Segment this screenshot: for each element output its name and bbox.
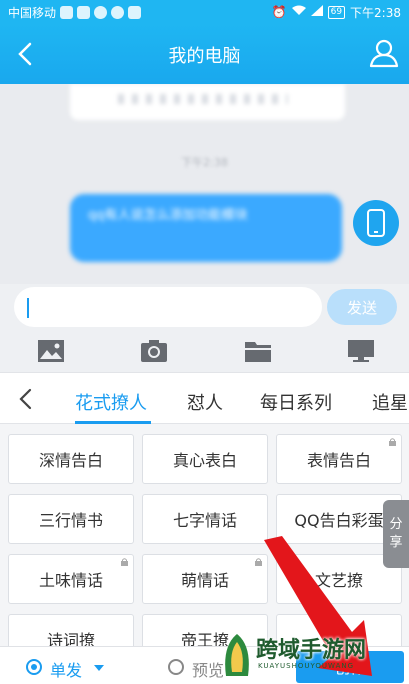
grid-item[interactable]: 土味情话 [8, 554, 134, 604]
phone-icon [367, 209, 385, 237]
folder-icon[interactable] [244, 338, 272, 364]
lock-icon [255, 558, 262, 566]
alarm-icon: ⏰ [271, 5, 287, 19]
grid-item-label: 帝王撩 [180, 631, 229, 646]
template-grid: 深情告白 真心表白 表情告白 三行情书 七字情话 QQ告白彩蛋 土味情话 萌情话… [0, 424, 409, 646]
image-icon[interactable] [37, 338, 65, 364]
text-cursor [27, 298, 29, 318]
grid-item-label: QQ告白彩蛋 [294, 511, 384, 530]
grid-item[interactable]: 比撩 [276, 614, 402, 646]
app-notification-icon [94, 5, 108, 19]
tab-star[interactable]: 追星 [372, 389, 408, 415]
bottom-bar: 单发 预览 创作 [0, 646, 409, 684]
grid-item-label: 三行情书 [38, 511, 103, 530]
app-notification-icon [111, 5, 125, 19]
attachment-toolbar [0, 332, 409, 372]
grid-item-label: 表情告白 [306, 451, 371, 470]
battery-indicator: 69 [327, 5, 346, 19]
app-notification-icon [77, 5, 91, 19]
lock-icon [389, 438, 396, 446]
tab-flirt[interactable]: 花式撩人 [75, 389, 147, 415]
chevron-left-icon[interactable] [16, 387, 36, 411]
category-tabs: 花式撩人 怼人 每日系列 追星 [0, 372, 409, 424]
status-bar: 中国移动 ⏰ 69 下午2:38 [0, 0, 409, 24]
signal-icon [310, 5, 323, 19]
input-row: 发送 [0, 284, 409, 332]
grid-item[interactable]: 真心表白 [142, 434, 268, 484]
profile-button[interactable] [369, 38, 399, 68]
grid-item[interactable]: 诗词撩 [8, 614, 134, 646]
grid-item-label: 真心表白 [172, 451, 237, 470]
grid-item-label: 深情告白 [38, 451, 103, 470]
device-button[interactable] [353, 200, 399, 246]
tab-roast[interactable]: 怼人 [187, 389, 223, 415]
grid-item-label: 萌情话 [180, 571, 229, 590]
app-notification-icon [60, 5, 74, 19]
share-button[interactable]: 分 享 [383, 500, 409, 568]
tab-daily[interactable]: 每日系列 [260, 389, 332, 415]
clock: 下午2:38 [350, 5, 401, 20]
grid-item[interactable]: 深情告白 [8, 434, 134, 484]
message-card [70, 84, 345, 120]
grid-item-label: 七字情话 [172, 511, 237, 530]
message-input[interactable] [14, 287, 322, 327]
lock-icon [121, 558, 128, 566]
grid-item[interactable]: 七字情话 [142, 494, 268, 544]
grid-item[interactable]: 表情告白 [276, 434, 402, 484]
app-notification-icon [128, 5, 142, 19]
title-bar: 我的电脑 [0, 24, 409, 84]
message-bubble: qq有人说怎么添加功能模块 [70, 194, 342, 262]
page-title: 我的电脑 [168, 46, 241, 67]
wifi-icon [291, 5, 306, 19]
camera-icon[interactable] [140, 338, 168, 364]
grid-item[interactable]: 三行情书 [8, 494, 134, 544]
single-send-label[interactable]: 单发 [50, 657, 82, 681]
message-timestamp: 下午2:38 [181, 156, 228, 169]
preview-radio[interactable] [168, 659, 184, 675]
create-button[interactable]: 创作 [296, 651, 404, 683]
grid-item-label: 比撩 [322, 631, 355, 646]
grid-item[interactable]: 萌情话 [142, 554, 268, 604]
single-send-radio[interactable] [26, 659, 42, 675]
grid-item-label: 文艺撩 [314, 571, 363, 590]
caret-down-icon[interactable] [94, 665, 104, 671]
grid-item-label: 诗词撩 [46, 631, 95, 646]
share-label: 享 [389, 535, 403, 550]
chat-area: 下午2:38 qq有人说怎么添加功能模块 [0, 84, 409, 284]
monitor-icon[interactable] [347, 338, 375, 364]
share-label: 分 [389, 517, 403, 532]
grid-item-label: 土味情话 [38, 571, 103, 590]
user-icon [369, 39, 399, 68]
send-button[interactable]: 发送 [327, 289, 397, 325]
carrier-label: 中国移动 [8, 5, 57, 20]
preview-label[interactable]: 预览 [192, 657, 224, 681]
grid-item[interactable]: 帝王撩 [142, 614, 268, 646]
